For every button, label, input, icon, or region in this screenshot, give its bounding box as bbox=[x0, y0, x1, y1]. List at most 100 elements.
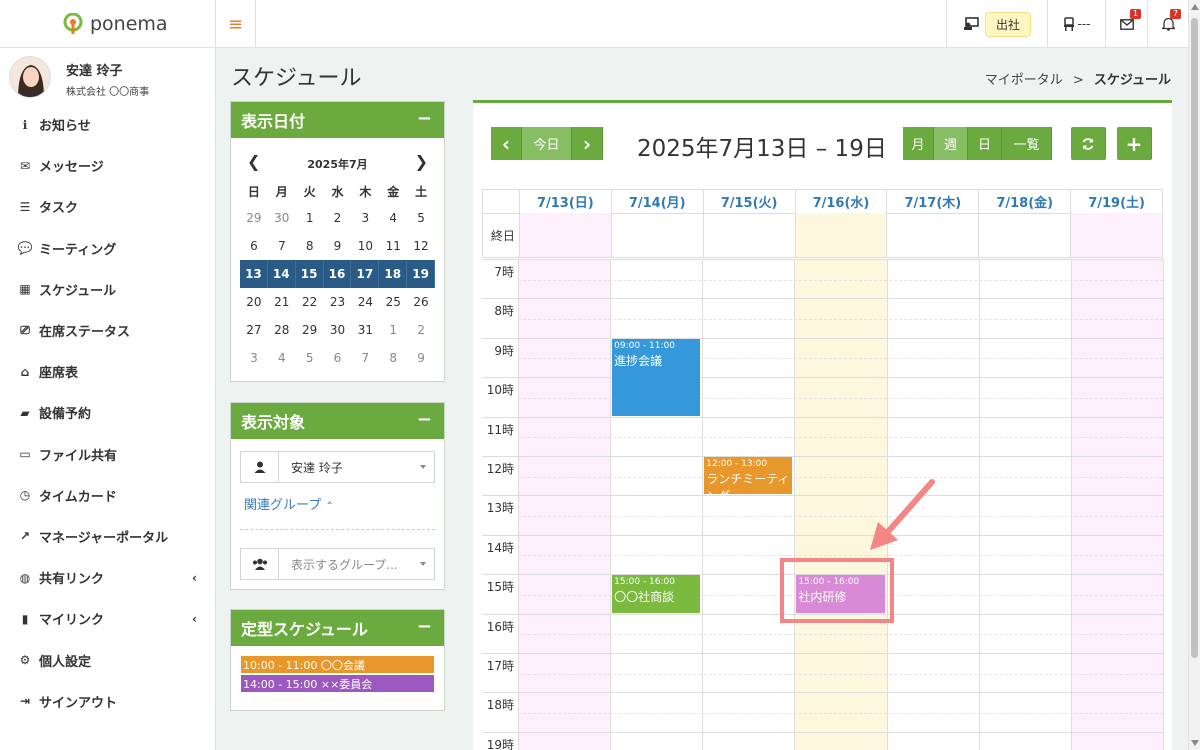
all-day-cell[interactable] bbox=[978, 213, 1070, 257]
view-button-0[interactable]: 月 bbox=[903, 127, 934, 160]
calendar-day-selected[interactable]: 19 bbox=[407, 260, 435, 288]
sidebar-item-9[interactable]: ◷ タイムカード bbox=[0, 475, 215, 516]
day-column-header[interactable]: 7/18(金) bbox=[978, 190, 1070, 213]
app-logo[interactable]: ponema bbox=[0, 0, 216, 48]
hour-row[interactable]: 12時 bbox=[482, 456, 1163, 495]
hour-row[interactable]: 18時 bbox=[482, 692, 1163, 731]
refresh-button[interactable] bbox=[1071, 127, 1106, 160]
sidebar-item-6[interactable]: ⌂ 座席表 bbox=[0, 351, 215, 392]
calendar-day[interactable]: 25 bbox=[379, 288, 407, 316]
calendar-day[interactable]: 20 bbox=[240, 288, 268, 316]
calendar-day-selected[interactable]: 15 bbox=[295, 260, 324, 288]
calendar-day[interactable]: 9 bbox=[407, 344, 435, 372]
add-event-button[interactable]: + bbox=[1117, 127, 1152, 160]
routine-panel-collapse-button[interactable]: − bbox=[417, 616, 432, 637]
calendar-day[interactable]: 30 bbox=[268, 204, 296, 232]
day-column-header[interactable]: 7/19(土) bbox=[1070, 190, 1162, 213]
calendar-day[interactable]: 2 bbox=[324, 204, 352, 232]
mail-button[interactable]: 1 bbox=[1105, 0, 1147, 48]
calendar-day-selected[interactable]: 18 bbox=[379, 260, 408, 288]
sidebar-item-7[interactable]: ▰ 設備予約 bbox=[0, 392, 215, 433]
calendar-day[interactable]: 10 bbox=[351, 232, 379, 260]
all-day-cell[interactable] bbox=[886, 213, 978, 257]
routine-item[interactable]: 14:00 - 15:00 ××委員会 bbox=[241, 675, 434, 692]
day-column-header[interactable]: 7/15(火) bbox=[702, 190, 795, 213]
breadcrumb-parent-link[interactable]: マイポータル bbox=[985, 73, 1063, 88]
calendar-day[interactable]: 26 bbox=[407, 288, 435, 316]
calendar-day-selected[interactable]: 16 bbox=[323, 260, 352, 288]
page-scrollbar[interactable] bbox=[1188, 0, 1200, 750]
calendar-day-selected[interactable]: 13 bbox=[240, 260, 268, 288]
calendar-day[interactable]: 3 bbox=[240, 344, 268, 372]
user-profile[interactable]: 安達 玲子 株式会社 〇〇商事 bbox=[0, 48, 215, 104]
calendar-day[interactable]: 8 bbox=[296, 232, 324, 260]
view-button-3[interactable]: 一覧 bbox=[1002, 127, 1052, 160]
calendar-day[interactable]: 11 bbox=[379, 232, 407, 260]
menu-toggle-button[interactable]: ≡ bbox=[216, 0, 256, 48]
calendar-day[interactable]: 30 bbox=[324, 316, 352, 344]
calendar-day-selected[interactable]: 14 bbox=[267, 260, 296, 288]
seat-status[interactable]: --- bbox=[1047, 0, 1105, 48]
calendar-day[interactable]: 12 bbox=[407, 232, 435, 260]
routine-item[interactable]: 10:00 - 11:00 〇〇会議 bbox=[241, 656, 434, 673]
today-button[interactable]: 今日 bbox=[522, 127, 572, 160]
next-week-button[interactable]: › bbox=[572, 127, 603, 160]
calendar-day[interactable]: 22 bbox=[296, 288, 324, 316]
calendar-day[interactable]: 4 bbox=[268, 344, 296, 372]
calendar-day[interactable]: 23 bbox=[324, 288, 352, 316]
all-day-cell[interactable] bbox=[1070, 213, 1163, 257]
hour-row[interactable]: 10時 bbox=[482, 377, 1163, 416]
calendar-event[interactable]: 12:00 - 13:00 ランチミーティング bbox=[704, 457, 793, 495]
day-column-header[interactable]: 7/13(日) bbox=[518, 190, 611, 213]
attendance-status[interactable]: 出社 bbox=[946, 0, 1047, 48]
sidebar-item-11[interactable]: ◍ 共有リンク ‹ bbox=[0, 557, 215, 598]
calendar-day[interactable]: 7 bbox=[268, 232, 296, 260]
hour-row[interactable]: 17時 bbox=[482, 653, 1163, 692]
sidebar-item-2[interactable]: ☰ タスク bbox=[0, 186, 215, 227]
calendar-day[interactable]: 9 bbox=[324, 232, 352, 260]
scroll-up-icon[interactable] bbox=[1191, 4, 1199, 10]
sidebar-item-10[interactable]: ↗ マネージャーポータル bbox=[0, 516, 215, 557]
view-button-2[interactable]: 日 bbox=[968, 127, 1002, 160]
sidebar-item-5[interactable]: ⎚ 在席ステータス bbox=[0, 310, 215, 351]
all-day-cell[interactable] bbox=[794, 213, 887, 257]
sidebar-item-8[interactable]: ▭ ファイル共有 bbox=[0, 434, 215, 475]
view-button-1[interactable]: 週 bbox=[934, 127, 968, 160]
calendar-day[interactable]: 5 bbox=[296, 344, 324, 372]
calendar-day[interactable]: 4 bbox=[379, 204, 407, 232]
all-day-cell[interactable] bbox=[610, 213, 703, 257]
calendar-day[interactable]: 3 bbox=[351, 204, 379, 232]
sidebar-item-12[interactable]: ▮ マイリンク ‹ bbox=[0, 598, 215, 639]
calendar-day[interactable]: 6 bbox=[240, 232, 268, 260]
sidebar-item-14[interactable]: ⇥ サインアウト bbox=[0, 681, 215, 722]
notification-button[interactable]: 7 bbox=[1147, 0, 1188, 48]
calendar-day[interactable]: 28 bbox=[268, 316, 296, 344]
calendar-day[interactable]: 6 bbox=[324, 344, 352, 372]
hour-row[interactable]: 19時 bbox=[482, 731, 1163, 750]
scrollbar-thumb[interactable] bbox=[1191, 18, 1198, 658]
calendar-day[interactable]: 1 bbox=[379, 316, 407, 344]
sidebar-item-1[interactable]: ✉ メッセージ bbox=[0, 145, 215, 186]
scroll-down-icon[interactable] bbox=[1191, 740, 1199, 746]
date-panel-collapse-button[interactable]: − bbox=[417, 108, 432, 129]
hour-row[interactable]: 11時 bbox=[482, 416, 1163, 456]
day-column-header[interactable]: 7/17(木) bbox=[886, 190, 978, 213]
calendar-day-selected[interactable]: 17 bbox=[351, 260, 380, 288]
prev-week-button[interactable]: ‹ bbox=[491, 127, 522, 160]
calendar-day[interactable]: 2 bbox=[407, 316, 435, 344]
calendar-day[interactable]: 5 bbox=[407, 204, 435, 232]
calendar-day[interactable]: 24 bbox=[351, 288, 379, 316]
calendar-day[interactable]: 29 bbox=[296, 316, 324, 344]
hour-row[interactable]: 8時 bbox=[482, 298, 1163, 337]
related-group-toggle[interactable]: 関連グループ ⌃ bbox=[244, 494, 334, 513]
calendar-day[interactable]: 1 bbox=[296, 204, 324, 232]
day-column-header[interactable]: 7/16(水) bbox=[794, 190, 887, 213]
sidebar-item-13[interactable]: ⚙ 個人設定 bbox=[0, 639, 215, 680]
sidebar-item-0[interactable]: ℹ お知らせ bbox=[0, 104, 215, 145]
sidebar-item-3[interactable]: 💬 ミーティング bbox=[0, 228, 215, 269]
hour-row[interactable]: 9時 bbox=[482, 337, 1163, 377]
hour-row[interactable]: 13時 bbox=[482, 495, 1163, 534]
calendar-day[interactable]: 7 bbox=[351, 344, 379, 372]
day-column-header[interactable]: 7/14(月) bbox=[610, 190, 703, 213]
next-month-chevron-icon[interactable]: ❯ bbox=[415, 152, 428, 171]
